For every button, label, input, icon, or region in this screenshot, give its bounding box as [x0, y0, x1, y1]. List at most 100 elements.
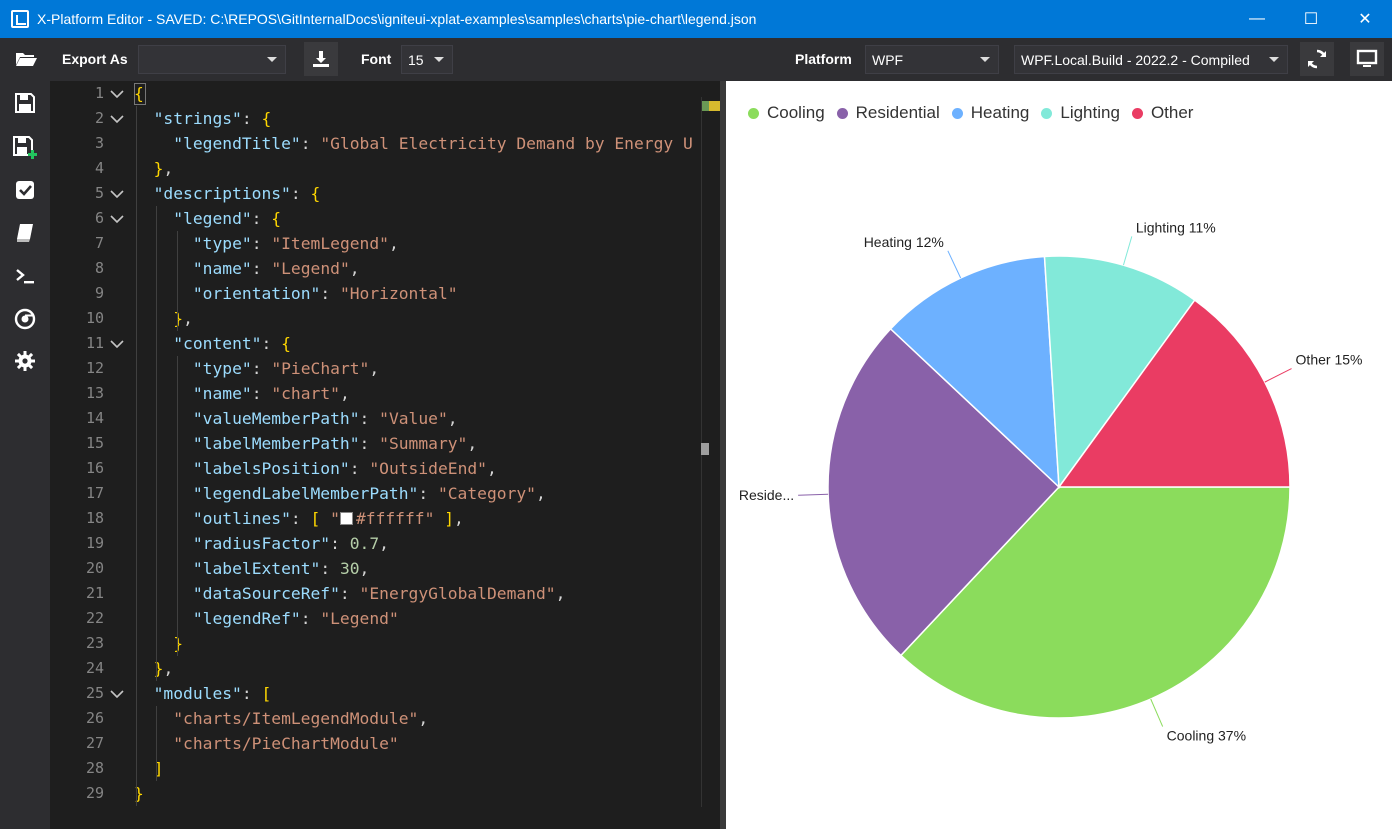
book-icon[interactable] — [12, 220, 38, 246]
download-icon — [313, 51, 329, 67]
code-line[interactable]: "type": "PieChart", — [134, 356, 379, 381]
save-as-icon[interactable] — [12, 135, 38, 161]
code-line[interactable]: "descriptions": { — [134, 181, 321, 206]
code-line[interactable]: }, — [134, 656, 174, 681]
line-number: 23 — [85, 634, 104, 652]
line-number: 2 — [94, 109, 104, 127]
code-line[interactable]: "name": "Legend", — [134, 256, 360, 281]
monitor-icon — [1356, 49, 1378, 67]
platform-select[interactable]: WPF — [865, 45, 999, 74]
download-button[interactable] — [304, 42, 338, 76]
fold-chevron-icon[interactable] — [110, 681, 124, 706]
line-number: 22 — [85, 609, 104, 627]
line-number: 21 — [85, 584, 104, 602]
display-button[interactable] — [1350, 42, 1384, 76]
line-number: 28 — [85, 759, 104, 777]
line-number: 20 — [85, 559, 104, 577]
code-line[interactable]: "name": "chart", — [134, 381, 350, 406]
indent-guide — [176, 231, 178, 331]
platform-label: Platform — [795, 51, 852, 67]
chevron-down-icon — [434, 57, 444, 62]
line-number: 8 — [94, 259, 104, 277]
code-line[interactable]: "modules": [ — [134, 681, 272, 706]
line-number: 4 — [94, 159, 104, 177]
chrome-icon[interactable] — [12, 306, 38, 332]
line-number: 26 — [85, 709, 104, 727]
maximize-button[interactable]: ☐ — [1284, 0, 1338, 38]
refresh-button[interactable] — [1300, 42, 1334, 76]
build-select[interactable]: WPF.Local.Build - 2022.2 - Compiled — [1014, 45, 1288, 74]
close-button[interactable]: ✕ — [1338, 0, 1392, 38]
overview-ruler-marker — [702, 101, 720, 111]
leader-line — [1150, 698, 1164, 727]
line-number: 3 — [94, 134, 104, 152]
code-line[interactable]: }, — [134, 306, 193, 331]
code-line[interactable]: "labelExtent": 30, — [134, 556, 369, 581]
line-number: 18 — [85, 509, 104, 527]
code-editor[interactable]: 1 {2 "strings": { 3 "legendTitle": "Global… — [50, 81, 724, 829]
export-as-label: Export As — [62, 51, 128, 67]
indent-guide — [156, 206, 158, 681]
open-folder-icon[interactable] — [14, 49, 38, 69]
code-line[interactable]: "outlines": [ " #ffffff" ], — [134, 506, 464, 531]
preview-panel: Cooling Residential Heating Lighting Other C… — [726, 81, 1392, 829]
window-title: X-Platform Editor - SAVED: C:\REPOS\GitI… — [37, 11, 757, 27]
terminal-icon[interactable] — [12, 263, 38, 289]
pie-label: Heating 12% — [864, 234, 944, 250]
line-number: 19 — [85, 534, 104, 552]
code-line[interactable]: } — [134, 631, 183, 656]
line-number: 14 — [85, 409, 104, 427]
code-line[interactable]: "orientation": "Horizontal" — [134, 281, 458, 306]
code-line[interactable]: "radiusFactor": 0.7, — [134, 531, 389, 556]
app-window: X-Platform Editor - SAVED: C:\REPOS\GitI… — [0, 0, 1392, 829]
code-line[interactable]: "legendTitle": "Global Electricity Deman… — [134, 131, 693, 156]
code-line[interactable]: "labelMemberPath": "Summary", — [134, 431, 477, 456]
line-number: 29 — [85, 784, 104, 802]
pie-label: Other 15% — [1296, 352, 1363, 368]
indent-guide — [136, 106, 137, 806]
checkbox-icon[interactable] — [12, 177, 38, 203]
code-line[interactable]: "valueMemberPath": "Value", — [134, 406, 458, 431]
fold-chevron-icon[interactable] — [110, 106, 124, 131]
code-line[interactable]: "labelsPosition": "OutsideEnd", — [134, 456, 497, 481]
fold-chevron-icon[interactable] — [110, 181, 124, 206]
line-number: 5 — [94, 184, 104, 202]
code-line[interactable]: "content": { — [134, 331, 291, 356]
line-number: 25 — [85, 684, 104, 702]
fold-chevron-icon[interactable] — [110, 331, 124, 356]
code-line[interactable]: }, — [134, 156, 174, 181]
export-format-select[interactable] — [138, 45, 286, 74]
leader-line — [1122, 236, 1133, 266]
platform-value: WPF — [872, 51, 904, 68]
code-line[interactable]: ] — [134, 756, 164, 781]
pie-label: Lighting 11% — [1136, 219, 1216, 235]
code-line[interactable]: "charts/ItemLegendModule", — [134, 706, 428, 731]
code-line[interactable]: "type": "ItemLegend", — [134, 231, 399, 256]
line-number: 24 — [85, 659, 104, 677]
font-size-select[interactable]: 15 — [401, 45, 453, 74]
code-line[interactable]: "dataSourceRef": "EnergyGlobalDemand", — [134, 581, 566, 606]
font-size-value: 15 — [408, 51, 424, 68]
sidebar — [0, 81, 50, 829]
save-icon[interactable] — [12, 90, 38, 116]
color-swatch — [339, 512, 353, 525]
line-number: 7 — [94, 234, 104, 252]
code-line[interactable]: { — [134, 81, 144, 106]
code-line[interactable]: "legendRef": "Legend" — [134, 606, 399, 631]
line-number: 17 — [85, 484, 104, 502]
code-line[interactable]: "legendLabelMemberPath": "Category", — [134, 481, 546, 506]
settings-gear-icon[interactable] — [12, 348, 38, 374]
code-line[interactable]: "strings": { — [134, 106, 272, 131]
line-number: 16 — [85, 459, 104, 477]
chevron-down-icon — [267, 57, 277, 62]
line-number: 12 — [85, 359, 104, 377]
leader-line — [798, 493, 829, 496]
toolbar: Export As Font 15 Platform WPF WPF.Local… — [0, 38, 1392, 81]
minimize-button[interactable]: — — [1230, 0, 1284, 38]
fold-chevron-icon[interactable] — [110, 81, 124, 106]
code-line[interactable]: "charts/PieChartModule" — [134, 731, 398, 756]
scrollbar-thumb[interactable] — [701, 443, 709, 455]
build-value: WPF.Local.Build - 2022.2 - Compiled — [1021, 51, 1250, 68]
fold-chevron-icon[interactable] — [110, 206, 124, 231]
line-number: 1 — [94, 84, 104, 102]
